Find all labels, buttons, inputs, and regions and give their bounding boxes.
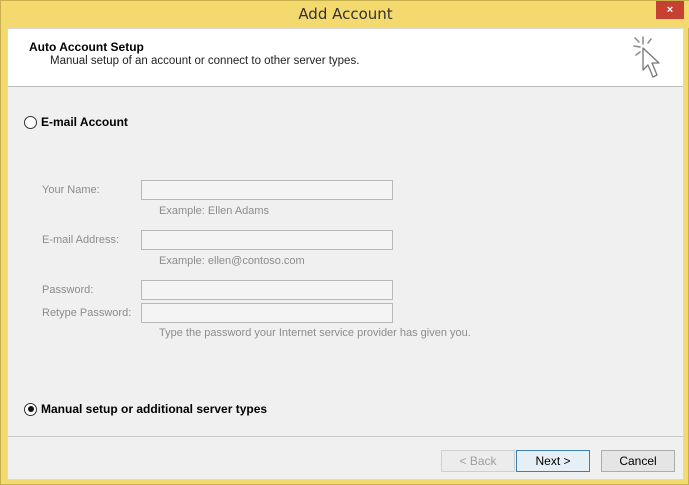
- close-icon: ×: [666, 3, 674, 16]
- password-hint: Type the password your Internet service …: [159, 327, 471, 339]
- next-button[interactable]: Next >: [516, 450, 590, 472]
- window-title: Add Account: [298, 5, 393, 23]
- header-panel: Auto Account Setup Manual setup of an ac…: [8, 29, 683, 87]
- email-address-field[interactable]: [141, 230, 393, 250]
- retype-password-field[interactable]: [141, 303, 393, 323]
- email-account-radio[interactable]: [24, 115, 37, 129]
- manual-setup-radio[interactable]: [24, 402, 37, 416]
- page-subtitle: Manual setup of an account or connect to…: [50, 55, 360, 67]
- retype-password-label: Retype Password:: [42, 307, 132, 319]
- page-title: Auto Account Setup: [29, 40, 144, 54]
- email-address-hint: Example: ellen@contoso.com: [159, 255, 305, 267]
- manual-setup-option[interactable]: Manual setup or additional server types: [24, 402, 267, 416]
- cancel-button[interactable]: Cancel: [601, 450, 675, 472]
- email-account-label: E-mail Account: [41, 115, 128, 129]
- title-bar[interactable]: Add Account ×: [1, 1, 689, 28]
- password-label: Password:: [42, 284, 94, 296]
- footer-divider: [8, 436, 683, 437]
- dialog-body: Auto Account Setup Manual setup of an ac…: [7, 28, 684, 480]
- your-name-hint: Example: Ellen Adams: [159, 205, 270, 217]
- your-name-label: Your Name:: [42, 184, 100, 196]
- email-account-option[interactable]: E-mail Account: [24, 115, 128, 129]
- wizard-cursor-icon: [633, 36, 660, 78]
- email-address-label: E-mail Address:: [42, 234, 120, 246]
- your-name-field[interactable]: [141, 180, 393, 200]
- back-button[interactable]: < Back: [441, 450, 515, 472]
- add-account-window: Add Account × Auto Account Setup Manual …: [0, 0, 689, 485]
- close-button[interactable]: ×: [656, 1, 684, 19]
- password-field[interactable]: [141, 280, 393, 300]
- manual-setup-label: Manual setup or additional server types: [41, 402, 268, 416]
